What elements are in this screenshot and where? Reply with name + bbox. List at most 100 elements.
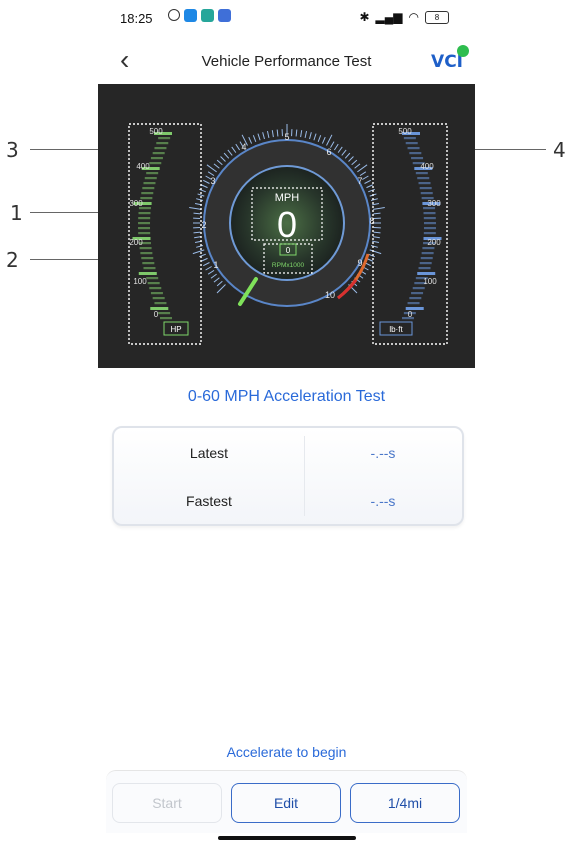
rpm-tick-mark xyxy=(216,284,226,294)
rpm-tick-mark xyxy=(213,277,220,283)
rpm-tick-mark xyxy=(313,133,317,141)
gauge-bar-segment xyxy=(138,232,151,235)
hp-tick-label: 300 xyxy=(129,199,143,208)
rpm-tick-mark xyxy=(321,136,326,144)
gauge-bar-segment xyxy=(423,217,436,220)
rpm-tick-mark xyxy=(196,245,204,248)
result-label: Latest xyxy=(189,445,229,461)
rpm-tick-mark xyxy=(337,146,343,153)
rpm-tick-label: 7 xyxy=(357,176,362,186)
gauge-bar-segment xyxy=(420,192,433,195)
rpm-tick-mark xyxy=(193,231,201,234)
wifi-icon: ◠ xyxy=(408,10,419,24)
rpm-tick-mark xyxy=(348,156,354,162)
torque-unit-label: lb·ft xyxy=(389,325,403,334)
battery-icon: 8 xyxy=(425,10,449,24)
rpm-tick-label: 3 xyxy=(210,176,215,186)
gauge-bar-segment xyxy=(423,212,436,215)
rpm-tick-mark xyxy=(189,207,202,210)
gauge-bar-segment xyxy=(150,157,163,160)
status-time: 18:25 xyxy=(120,11,153,26)
callout-number-2: 2 xyxy=(6,248,19,272)
gauge-bar-segment xyxy=(152,152,165,155)
gauge-bar-segment xyxy=(142,187,155,190)
rpm-tick-mark xyxy=(370,198,378,201)
gauge-bar-segment xyxy=(138,227,151,230)
bluetooth-icon: ✱ xyxy=(359,10,370,24)
rpm-tick-label: 10 xyxy=(325,290,335,300)
hp-tick-label: 200 xyxy=(129,238,143,247)
results-card: Latest -.--s Fastest -.--s xyxy=(112,426,464,526)
gauge-bar-segment xyxy=(143,267,156,270)
vci-connection-button[interactable]: VCI xyxy=(431,45,469,72)
rpm-tick-mark xyxy=(206,164,217,173)
gauge-bar-segment xyxy=(407,302,420,305)
rpm-tick-mark xyxy=(276,129,279,137)
app-icon-green xyxy=(201,9,214,22)
result-value: -.--s xyxy=(370,493,396,509)
torque-tick-label: 200 xyxy=(427,238,441,247)
rpm-tick-mark xyxy=(213,163,220,169)
bluetooth-connected-icon xyxy=(457,45,469,57)
gauge-bar-segment xyxy=(422,247,435,250)
gauge-bar-segment xyxy=(423,232,436,235)
distance-button[interactable]: 1/4mi xyxy=(350,783,460,823)
rpm-tick-mark xyxy=(372,236,380,239)
rpm-tick-label: 2 xyxy=(201,220,206,230)
gauge-bar-segment xyxy=(421,252,434,255)
gauge-bar-segment xyxy=(146,172,159,175)
rpm-tick-mark xyxy=(266,130,270,139)
rpm-tick-label: 9 xyxy=(357,258,362,268)
result-row-fastest: Fastest -.--s xyxy=(114,493,462,523)
rpm-tick-mark xyxy=(227,149,233,156)
rpm-tick-mark xyxy=(216,280,223,287)
rpm-tick-mark xyxy=(341,149,347,156)
gauge-bar-segment xyxy=(143,182,156,185)
result-row-latest: Latest -.--s xyxy=(114,445,462,475)
gauge-bar-segment xyxy=(138,222,151,225)
rpm-tick-mark xyxy=(203,179,210,184)
gauge-bar-segment xyxy=(146,277,159,280)
rpm-tick-mark xyxy=(362,175,369,180)
rpm-tick-mark xyxy=(216,159,223,166)
gauge-bar-segment xyxy=(149,287,162,290)
hp-tick-label: 400 xyxy=(136,162,150,171)
gauge-bar-segment xyxy=(141,257,154,260)
rpm-unit-label: RPMx1000 xyxy=(272,262,305,269)
rpm-tick-mark xyxy=(366,184,374,189)
rpm-tick-mark xyxy=(197,193,205,197)
torque-tick-label: 300 xyxy=(427,199,441,208)
status-system-icons: ✱ ▂▄▆ ◠ 8 xyxy=(359,10,449,24)
gauge-bar-segment xyxy=(149,162,162,165)
status-notification-icons xyxy=(168,9,231,22)
rpm-tick-mark xyxy=(370,245,378,248)
hp-tick-label: 0 xyxy=(154,310,159,319)
gauge-bar-segment xyxy=(156,142,169,145)
rpm-tick-mark xyxy=(199,253,206,258)
rpm-tick-mark xyxy=(271,130,274,138)
torque-tick-label: 500 xyxy=(398,127,412,136)
edit-button[interactable]: Edit xyxy=(231,783,341,823)
gauge-bar-segment xyxy=(154,147,167,150)
gauge-bar-segment xyxy=(405,142,418,145)
home-indicator[interactable] xyxy=(218,836,356,840)
rpm-tick-mark xyxy=(200,184,208,189)
hp-unit-label: HP xyxy=(170,325,181,334)
rpm-tick-mark xyxy=(192,249,205,255)
app-icon-car xyxy=(218,9,231,22)
callout-number-4: 4 xyxy=(553,138,566,162)
rpm-value: 0 xyxy=(286,246,291,255)
gauge-bar-segment xyxy=(158,137,171,140)
start-button[interactable]: Start xyxy=(112,783,222,823)
gauge-bar-segment xyxy=(415,172,428,175)
rpm-tick-mark xyxy=(199,188,206,193)
phone-screen: 18:25 ✱ ▂▄▆ ◠ 8 ‹ Vehicle Performance Te… xyxy=(98,0,475,844)
rpm-tick-label: 6 xyxy=(326,147,331,157)
gauge-bar-segment xyxy=(417,272,436,275)
gauge-bar-segment xyxy=(152,297,165,300)
callout-number-3: 3 xyxy=(6,138,19,162)
rpm-tick-mark xyxy=(372,207,385,210)
rpm-tick-label: 8 xyxy=(369,216,374,226)
gauge-bar-segment xyxy=(138,272,157,275)
rpm-tick-mark xyxy=(344,152,351,159)
